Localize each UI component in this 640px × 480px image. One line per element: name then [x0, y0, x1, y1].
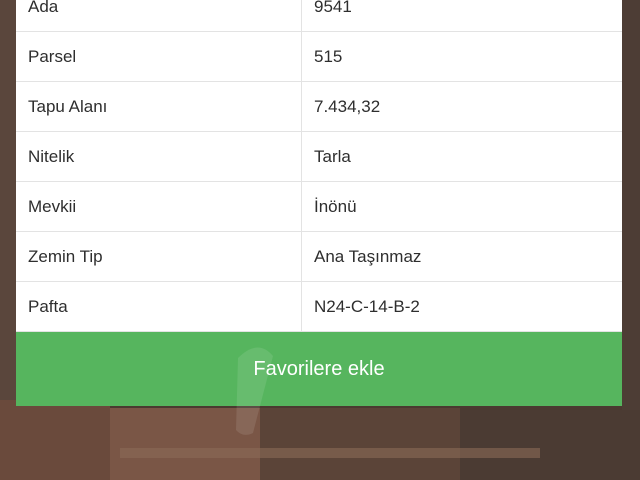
table-row: Nitelik Tarla — [16, 132, 622, 182]
row-label: Tapu Alanı — [16, 82, 302, 131]
background-field — [622, 0, 640, 480]
row-label: Pafta — [16, 282, 302, 331]
row-value: İnönü — [314, 196, 357, 216]
row-value: 9541 — [314, 0, 352, 16]
row-value: Tarla — [314, 146, 351, 166]
background-field — [460, 410, 640, 480]
row-label: Parsel — [16, 32, 302, 81]
table-row: Ada 9541 — [16, 0, 622, 32]
table-row: Pafta N24-C-14-B-2 — [16, 282, 622, 332]
row-label: Nitelik — [16, 132, 302, 181]
background-field — [120, 448, 540, 458]
row-label: Zemin Tip — [16, 232, 302, 281]
background-field — [260, 408, 460, 480]
background-field — [110, 408, 260, 480]
add-to-favorites-button[interactable]: Favorilere ekle — [16, 332, 622, 406]
row-value: Ana Taşınmaz — [314, 246, 422, 266]
table-row: Tapu Alanı 7.434,32 — [16, 82, 622, 132]
table-row: Zemin Tip Ana Taşınmaz — [16, 232, 622, 282]
parcel-info-table: Ada 9541 Parsel 515 Tapu Alanı 7.434,32 … — [16, 0, 622, 332]
row-value: N24-C-14-B-2 — [314, 296, 420, 316]
app-screen: Ada 9541 Parsel 515 Tapu Alanı 7.434,32 … — [0, 0, 640, 480]
row-label: Ada — [16, 0, 302, 31]
row-value: 515 — [314, 46, 343, 66]
background-field — [0, 400, 110, 480]
table-row: Mevkii İnönü — [16, 182, 622, 232]
table-row: Parsel 515 — [16, 32, 622, 82]
row-value: 7.434,32 — [314, 96, 381, 116]
row-label: Mevkii — [16, 182, 302, 231]
